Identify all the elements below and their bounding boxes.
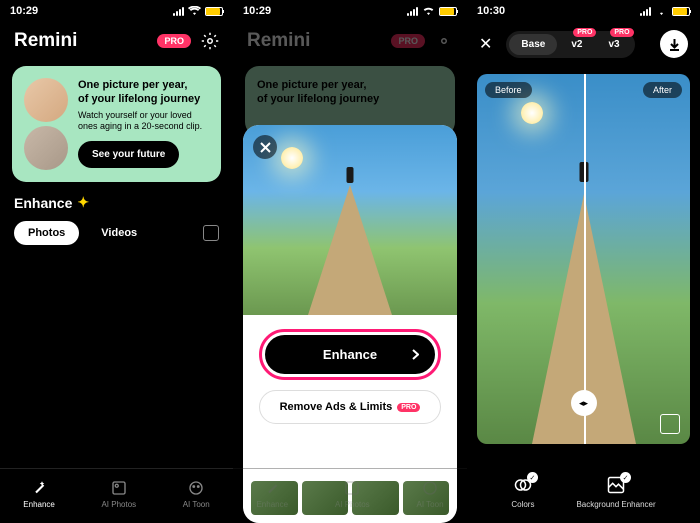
preview-image <box>243 125 457 315</box>
promo-subtitle: Watch yourself or your loved ones aging … <box>78 110 209 133</box>
status-time: 10:30 <box>477 5 505 17</box>
wand-icon <box>30 479 48 497</box>
enhance-button[interactable]: Enhance <box>265 335 435 374</box>
see-future-button[interactable]: See your future <box>78 141 179 168</box>
after-label: After <box>643 82 682 98</box>
promo-title: One picture per year,of your lifelong jo… <box>78 78 209 107</box>
nav-ai-photos[interactable]: AI Photos <box>101 479 136 509</box>
section-title: Enhance✦ <box>0 188 233 217</box>
nav-ai-toon[interactable]: AI Toon <box>183 479 210 509</box>
signal-icon <box>640 7 651 16</box>
compare-view[interactable]: Before After ◂▸ <box>477 74 690 444</box>
nav-enhance[interactable]: Enhance <box>23 479 55 509</box>
mode-v3[interactable]: v3PRO <box>596 34 631 55</box>
app-logo: Remini <box>14 30 77 52</box>
close-sheet-button[interactable] <box>253 135 277 159</box>
tool-colors[interactable]: ✓ Colors <box>511 475 534 509</box>
screen-home: 10:29 Remini PRO One picture per year,of… <box>0 0 233 523</box>
media-tabs: Photos Videos <box>0 217 233 249</box>
check-icon: ✓ <box>527 472 538 483</box>
pro-badge: PRO <box>391 34 425 48</box>
signal-icon <box>407 7 418 16</box>
wifi-icon <box>655 6 668 16</box>
tab-photos[interactable]: Photos <box>14 221 79 245</box>
status-bar: 10:29 <box>233 0 467 22</box>
mode-selector: Base v2PRO v3PRO <box>506 31 634 58</box>
photos-icon <box>343 479 361 497</box>
download-button[interactable] <box>660 30 688 58</box>
bookmark-icon[interactable] <box>660 414 680 434</box>
stairs <box>308 185 392 315</box>
face-old <box>24 126 68 170</box>
promo-faces <box>24 78 68 170</box>
nav-ai-toon: AI Toon <box>417 479 444 509</box>
status-bar: 10:30 <box>467 0 700 22</box>
promo-title: One picture per year,of your lifelong jo… <box>257 78 379 107</box>
download-icon <box>668 38 681 51</box>
header: Remini PRO <box>0 22 233 60</box>
gear-icon <box>435 32 453 50</box>
chevron-right-icon <box>412 349 419 360</box>
wifi-icon <box>188 6 201 16</box>
bottom-nav: Enhance AI Photos AI Toon <box>233 468 467 523</box>
bottom-nav: Enhance AI Photos AI Toon <box>0 468 233 523</box>
face-young <box>24 78 68 122</box>
wifi-icon <box>422 6 435 16</box>
status-time: 10:29 <box>243 5 271 17</box>
signal-icon <box>173 7 184 16</box>
compare-slider[interactable] <box>584 74 586 444</box>
close-icon <box>260 142 271 153</box>
tools-nav: ✓ Colors ✓ Background Enhancer <box>467 465 700 523</box>
tool-background-enhancer[interactable]: ✓ Background Enhancer <box>576 475 655 509</box>
battery-icon <box>672 7 690 16</box>
pro-badge[interactable]: PRO <box>157 34 191 48</box>
compare-header: ✕ Base v2PRO v3PRO <box>467 22 700 66</box>
check-icon: ✓ <box>620 472 631 483</box>
promo-card[interactable]: One picture per year,of your lifelong jo… <box>12 66 221 182</box>
battery-icon <box>205 7 223 16</box>
screen-compare: 10:30 ✕ Base v2PRO v3PRO Before After ◂▸… <box>467 0 700 523</box>
toon-icon <box>187 479 205 497</box>
slider-handle[interactable]: ◂▸ <box>571 390 597 416</box>
battery-icon <box>439 7 457 16</box>
header: Remini PRO <box>233 22 467 60</box>
sun <box>521 102 543 124</box>
pro-badge-small: PRO <box>397 403 420 412</box>
gear-icon[interactable] <box>201 32 219 50</box>
mode-v2[interactable]: v2PRO <box>559 34 594 55</box>
sparkle-icon: ✦ <box>77 194 89 211</box>
before-label: Before <box>485 82 532 98</box>
screen-enhance-sheet: 10:29 Remini PRO One picture per year,of… <box>233 0 467 523</box>
enhance-highlight: Enhance <box>259 329 441 380</box>
remove-ads-button[interactable]: Remove Ads & Limits PRO <box>259 390 441 424</box>
person <box>347 167 354 183</box>
gallery-icon[interactable] <box>203 225 219 241</box>
wand-icon <box>263 479 281 497</box>
toon-icon <box>421 479 439 497</box>
action-sheet: Enhance Remove Ads & Limits PRO <box>243 125 457 523</box>
nav-ai-photos: AI Photos <box>335 479 370 509</box>
nav-enhance: Enhance <box>256 479 288 509</box>
photos-icon <box>110 479 128 497</box>
status-indicators <box>173 6 223 16</box>
status-bar: 10:29 <box>0 0 233 22</box>
mode-base[interactable]: Base <box>509 34 557 55</box>
close-button[interactable]: ✕ <box>479 34 492 54</box>
status-time: 10:29 <box>10 5 38 17</box>
tab-videos[interactable]: Videos <box>87 221 151 245</box>
app-logo: Remini <box>247 30 310 52</box>
sun <box>281 147 303 169</box>
